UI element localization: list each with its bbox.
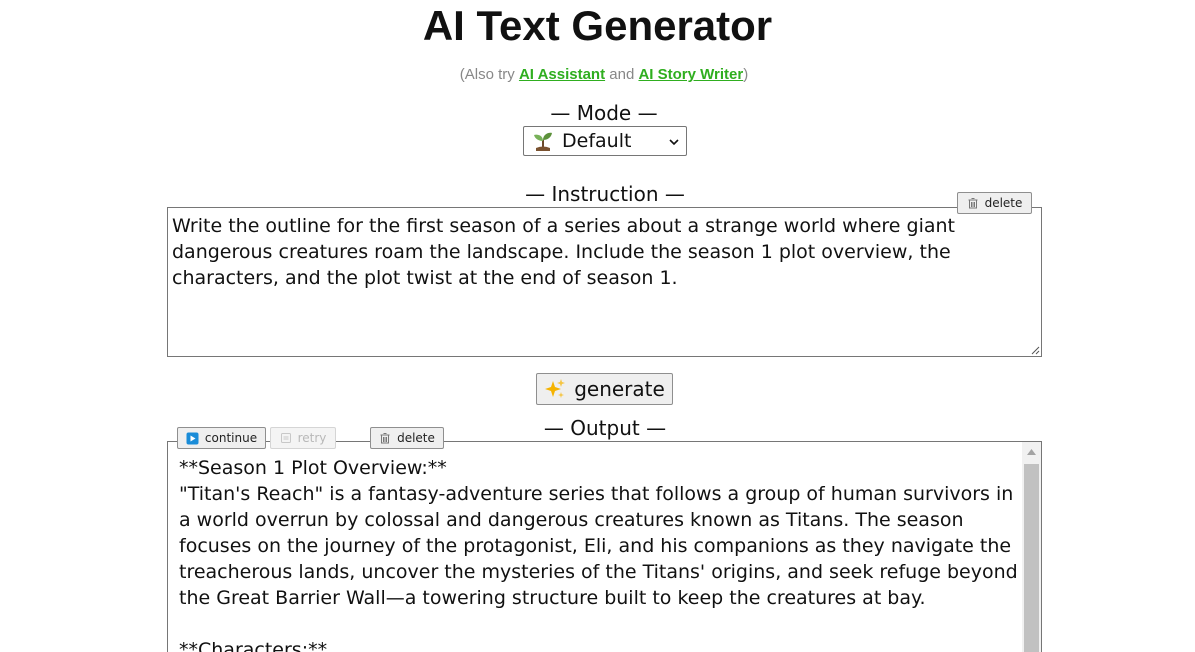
also-prefix: (Also try xyxy=(459,66,519,83)
generate-button[interactable]: generate xyxy=(536,373,673,405)
output-delete-label: delete xyxy=(397,431,435,445)
page-title: AI Text Generator xyxy=(422,2,773,49)
instruction-delete-button[interactable]: delete xyxy=(957,192,1032,214)
trash-icon xyxy=(968,198,978,209)
generate-label: generate xyxy=(574,377,665,401)
chevron-down-icon xyxy=(669,139,679,146)
seedling-icon xyxy=(534,132,552,151)
and-text: and xyxy=(605,66,639,83)
output-textarea[interactable]: **Season 1 Plot Overview:** "Titan's Rea… xyxy=(167,441,1042,652)
instruction-delete-label: delete xyxy=(984,196,1023,210)
trash-icon xyxy=(380,433,390,444)
sparkles-icon xyxy=(545,379,566,398)
also-suffix: ) xyxy=(743,66,749,83)
also-try-line: (Also try AI Assistant and AI Story Writ… xyxy=(0,66,1195,83)
mode-label: — Mode — xyxy=(550,101,658,125)
ai-story-writer-link[interactable]: AI Story Writer xyxy=(638,66,743,83)
continue-button[interactable]: continue xyxy=(177,427,266,449)
retry-button[interactable]: retry xyxy=(270,427,336,449)
continue-label: continue xyxy=(204,431,258,445)
resize-grip-icon[interactable] xyxy=(1028,343,1040,355)
page: AI Text Generator (Also try AI Assistant… xyxy=(0,0,1195,652)
output-text: **Season 1 Plot Overview:** "Titan's Rea… xyxy=(179,457,1018,652)
retry-label: retry xyxy=(297,431,327,445)
retry-icon xyxy=(280,433,291,443)
mode-select[interactable]: Default xyxy=(523,126,687,156)
ai-assistant-link[interactable]: AI Assistant xyxy=(519,66,605,83)
play-icon xyxy=(186,432,199,444)
output-delete-button[interactable]: delete xyxy=(370,427,444,449)
instruction-text: Write the outline for the first season o… xyxy=(172,215,955,289)
instruction-textarea[interactable]: Write the outline for the first season o… xyxy=(167,207,1042,357)
mode-selected-value: Default xyxy=(562,130,632,152)
output-scrollbar[interactable] xyxy=(1022,442,1041,652)
scroll-up-arrow-icon[interactable] xyxy=(1027,449,1036,455)
scroll-thumb[interactable] xyxy=(1024,464,1039,652)
